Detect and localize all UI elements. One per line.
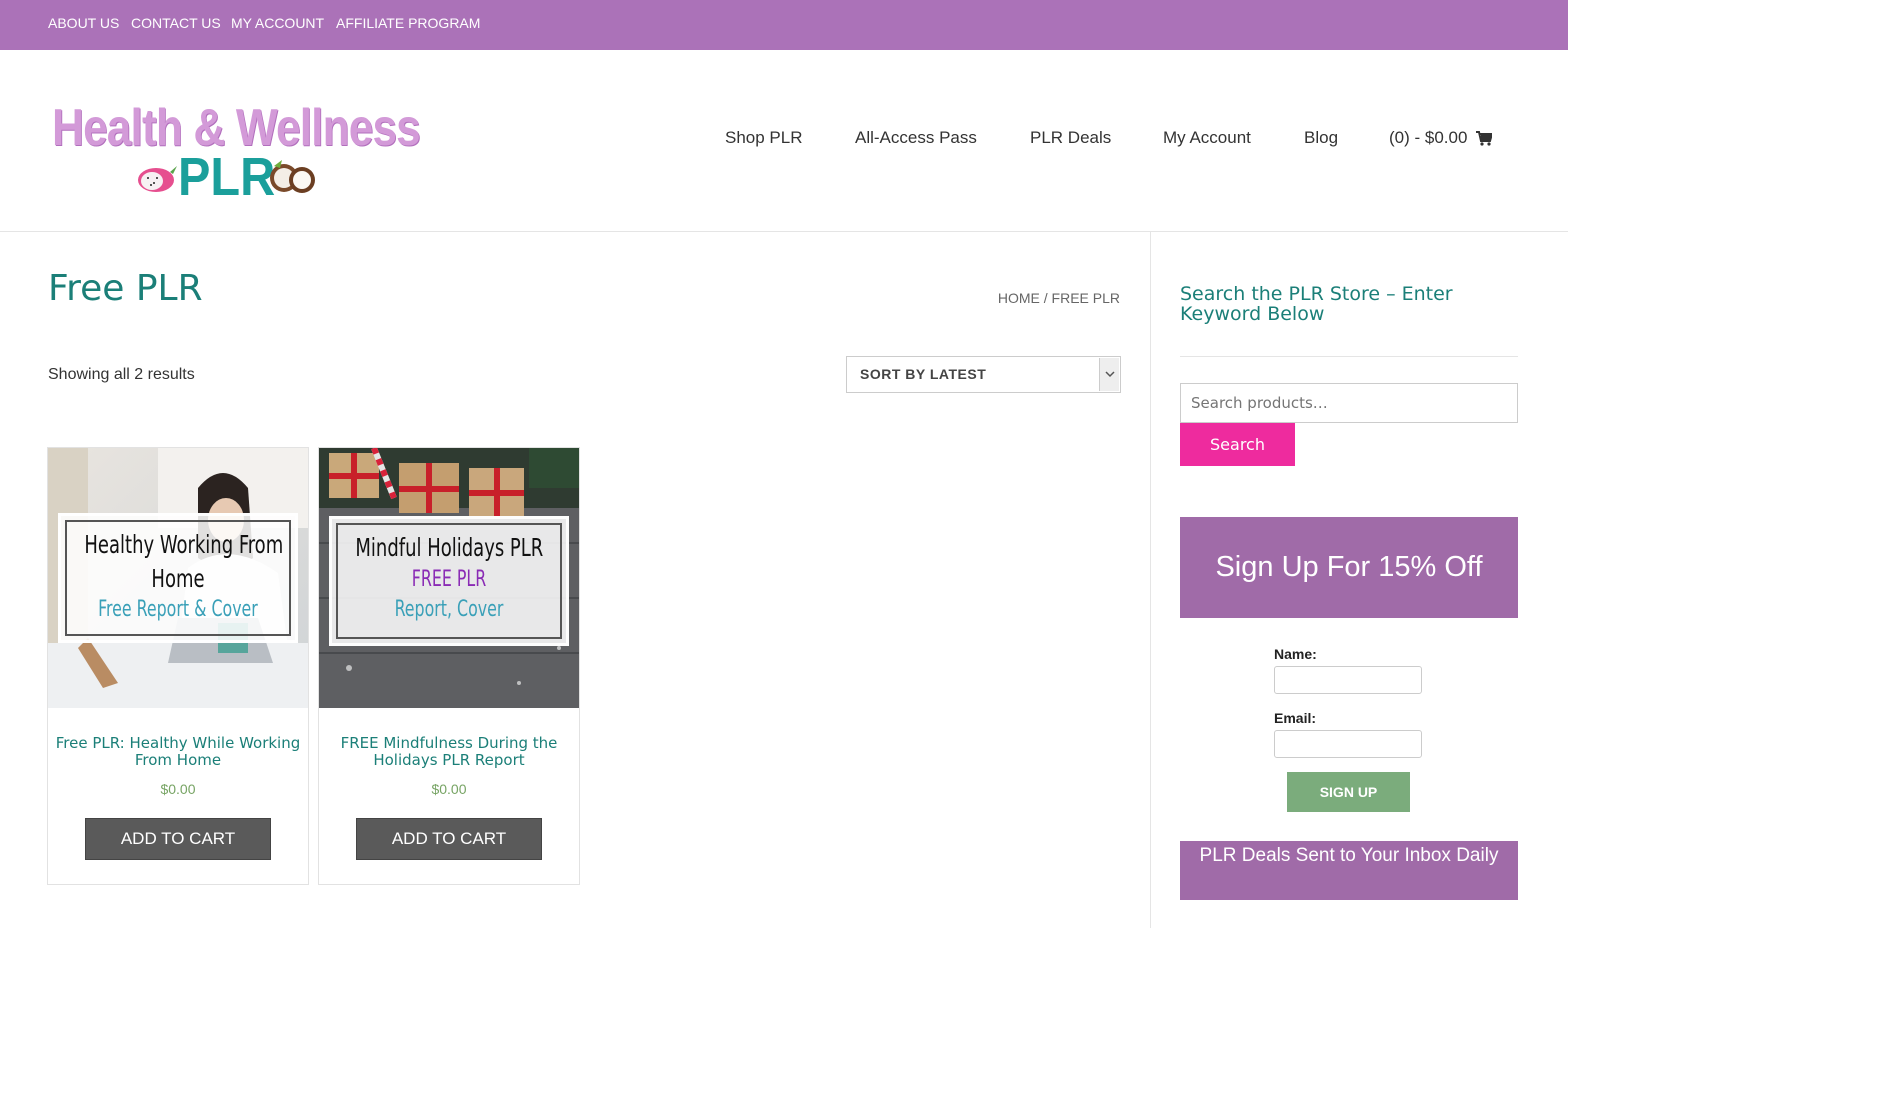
search-input[interactable] <box>1180 383 1518 423</box>
add-to-cart-button[interactable]: ADD TO CART <box>85 818 271 860</box>
topbar-link-affiliate-program[interactable]: AFFILIATE PROGRAM <box>336 15 480 31</box>
sidebar-divider <box>1150 232 1151 928</box>
nav-item-my-account[interactable]: My Account <box>1163 128 1251 148</box>
nav-item-plr-deals[interactable]: PLR Deals <box>1030 128 1111 148</box>
sort-select[interactable]: SORT BY LATEST <box>846 356 1121 393</box>
overlay-title-line2: FREE PLR <box>411 567 487 592</box>
product-price: $0.00 <box>431 781 467 797</box>
product-title[interactable]: FREE Mindfulness During the Holidays PLR… <box>325 735 573 769</box>
dragon-fruit-icon <box>132 164 177 192</box>
topbar-link-my-account[interactable]: MY ACCOUNT <box>231 15 324 31</box>
cart-icon <box>1476 131 1493 146</box>
logo-text-line2: PLR <box>178 147 276 207</box>
widget-separator <box>1180 356 1518 357</box>
chevron-down-icon <box>1105 371 1115 378</box>
page-title: Free PLR <box>48 268 203 309</box>
deals-banner[interactable]: PLR Deals Sent to Your Inbox Daily <box>1180 841 1518 900</box>
nav-item-blog[interactable]: Blog <box>1304 128 1338 148</box>
signup-banner: Sign Up For 15% Off <box>1180 517 1518 618</box>
result-count: Showing all 2 results <box>48 366 195 383</box>
overlay-subtitle: Free Report & Cover <box>98 597 258 622</box>
nav-cart[interactable]: (0) - $0.00 <box>1389 128 1493 148</box>
site-logo[interactable]: Health & Wellness PLR <box>50 98 421 208</box>
top-bar: ABOUT US CONTACT US MY ACCOUNT AFFILIATE… <box>0 0 1568 50</box>
product-title[interactable]: Free PLR: Healthy While Working From Hom… <box>54 735 302 769</box>
product-image[interactable]: Healthy Working From Home Free Report & … <box>48 448 308 708</box>
email-field[interactable] <box>1274 730 1422 758</box>
sort-arrow[interactable] <box>1099 358 1119 391</box>
coconut-icon <box>270 160 315 193</box>
search-button[interactable]: Search <box>1180 423 1295 466</box>
overlay-subtitle: Report, Cover <box>394 597 504 622</box>
add-to-cart-button[interactable]: ADD TO CART <box>356 818 542 860</box>
topbar-link-contact-us[interactable]: CONTACT US <box>131 15 221 31</box>
nav-item-shop-plr[interactable]: Shop PLR <box>725 128 803 148</box>
nav-item-all-access-pass[interactable]: All-Access Pass <box>855 128 977 148</box>
topbar-link-about-us[interactable]: ABOUT US <box>48 15 119 31</box>
product-overlay-card: Healthy Working From Home Free Report & … <box>58 513 298 643</box>
overlay-title-line2: Home <box>151 564 205 593</box>
product-price: $0.00 <box>160 781 196 797</box>
product-overlay-card: Mindful Holidays PLR FREE PLR Report, Co… <box>329 516 569 646</box>
sort-select-value: SORT BY LATEST <box>860 366 987 382</box>
email-label: Email: <box>1274 710 1317 726</box>
product-card: Mindful Holidays PLR FREE PLR Report, Co… <box>318 447 580 885</box>
site-header: Health & Wellness PLR Shop PLR All-Acces… <box>0 50 1568 232</box>
product-card: Healthy Working From Home Free Report & … <box>47 447 309 885</box>
product-image[interactable]: Mindful Holidays PLR FREE PLR Report, Co… <box>319 448 579 708</box>
signup-button[interactable]: SIGN UP <box>1287 772 1410 812</box>
overlay-title: Healthy Working From <box>84 530 284 559</box>
breadcrumb[interactable]: HOME / FREE PLR <box>998 290 1120 306</box>
search-widget-title: Search the PLR Store – Enter Keyword Bel… <box>1180 283 1453 325</box>
cart-summary: (0) - $0.00 <box>1389 128 1468 147</box>
overlay-title: Mindful Holidays PLR <box>355 533 544 562</box>
name-field[interactable] <box>1274 666 1422 694</box>
name-label: Name: <box>1274 646 1317 662</box>
